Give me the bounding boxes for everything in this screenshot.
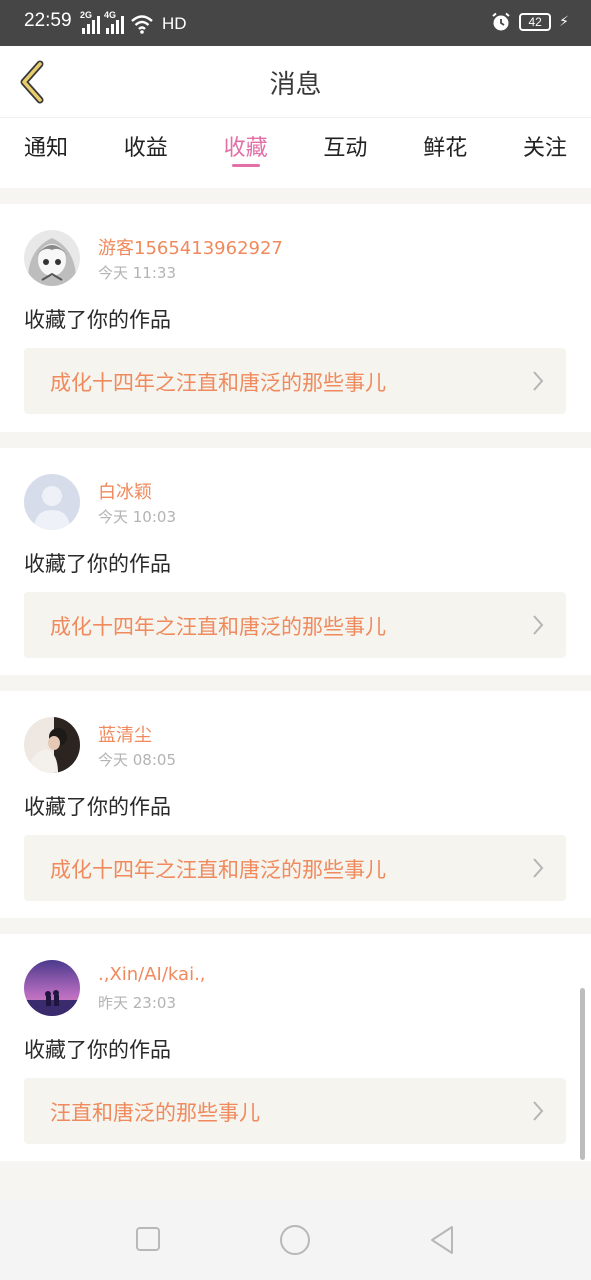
signal-1-icon: 2G: [80, 10, 100, 34]
tab-flowers[interactable]: 鲜花: [423, 118, 467, 188]
square-icon[interactable]: [135, 1224, 161, 1254]
tab-favorites[interactable]: 收藏: [224, 118, 268, 188]
message-item: 蓝清尘 今天 08:05 收藏了你的作品 成化十四年之汪直和唐泛的那些事儿: [0, 691, 591, 918]
avatar[interactable]: [24, 960, 80, 1016]
work-link[interactable]: 成化十四年之汪直和唐泛的那些事儿: [24, 348, 566, 414]
chevron-right-icon: [533, 1101, 544, 1121]
avatar[interactable]: [24, 717, 80, 773]
page-title: 消息: [269, 70, 322, 100]
action-text: 收藏了你的作品: [24, 795, 171, 819]
chevron-right-icon: [533, 615, 544, 635]
timestamp: 今天 08:05: [98, 751, 176, 769]
tab-bar: 通知 收益 收藏 互动 鲜花 关注: [0, 118, 591, 188]
work-link[interactable]: 汪直和唐泛的那些事儿: [24, 1078, 566, 1144]
sunset-avatar-icon: [24, 960, 80, 1016]
message-item: 游客1565413962927 今天 11:33 收藏了你的作品 成化十四年之汪…: [0, 204, 591, 432]
navigation-bar: [0, 1200, 591, 1280]
work-title: 成化十四年之汪直和唐泛的那些事儿: [50, 615, 386, 639]
tab-follows[interactable]: 关注: [523, 118, 567, 188]
action-text: 收藏了你的作品: [24, 1038, 171, 1062]
anime-girl-avatar-icon: [24, 230, 80, 286]
work-link[interactable]: 成化十四年之汪直和唐泛的那些事儿: [24, 835, 566, 901]
photo-avatar-icon: [24, 717, 80, 773]
chevron-right-icon: [533, 371, 544, 391]
work-title: 成化十四年之汪直和唐泛的那些事儿: [50, 858, 386, 882]
message-item: .,Xin/AI/kai., 昨天 23:03 收藏了你的作品 汪直和唐泛的那些…: [0, 934, 591, 1161]
charging-icon: ⚡: [559, 14, 569, 30]
battery-icon: 42: [519, 13, 552, 31]
username[interactable]: 白冰颖: [98, 478, 152, 504]
battery-level: 42: [528, 15, 542, 29]
work-link[interactable]: 成化十四年之汪直和唐泛的那些事儿: [24, 592, 566, 658]
username[interactable]: 游客1565413962927: [98, 234, 283, 260]
network-label: HD: [162, 14, 187, 33]
divider: [0, 1161, 591, 1200]
avatar[interactable]: [24, 230, 80, 286]
triangle-back-icon[interactable]: [428, 1224, 456, 1256]
divider: [0, 675, 591, 691]
scrollbar[interactable]: [580, 988, 585, 1160]
message-item: 白冰颖 今天 10:03 收藏了你的作品 成化十四年之汪直和唐泛的那些事儿: [0, 448, 591, 675]
username[interactable]: 蓝清尘: [98, 721, 152, 747]
work-title: 汪直和唐泛的那些事儿: [50, 1101, 260, 1125]
status-time: 22:59: [24, 10, 72, 31]
username[interactable]: .,Xin/AI/kai.,: [98, 964, 206, 985]
divider: [0, 188, 591, 204]
chevron-right-icon: [533, 858, 544, 878]
alarm-icon: [492, 12, 510, 31]
tab-notifications[interactable]: 通知: [24, 118, 68, 188]
status-bar: 22:59 2G 4G HD 42 ⚡: [0, 0, 591, 46]
timestamp: 今天 10:03: [98, 508, 176, 526]
signal-2-icon: 4G: [104, 10, 124, 34]
action-text: 收藏了你的作品: [24, 308, 171, 332]
circle-icon[interactable]: [279, 1224, 311, 1256]
timestamp: 昨天 23:03: [98, 994, 176, 1012]
tab-interactions[interactable]: 互动: [323, 118, 367, 188]
divider: [0, 432, 591, 448]
divider: [0, 918, 591, 934]
wifi-icon: [131, 15, 153, 34]
work-title: 成化十四年之汪直和唐泛的那些事儿: [50, 371, 386, 395]
header: 消息: [0, 46, 591, 118]
timestamp: 今天 11:33: [98, 264, 176, 282]
default-avatar-icon: [24, 474, 80, 530]
avatar[interactable]: [24, 474, 80, 530]
tab-earnings[interactable]: 收益: [124, 118, 168, 188]
action-text: 收藏了你的作品: [24, 552, 171, 576]
